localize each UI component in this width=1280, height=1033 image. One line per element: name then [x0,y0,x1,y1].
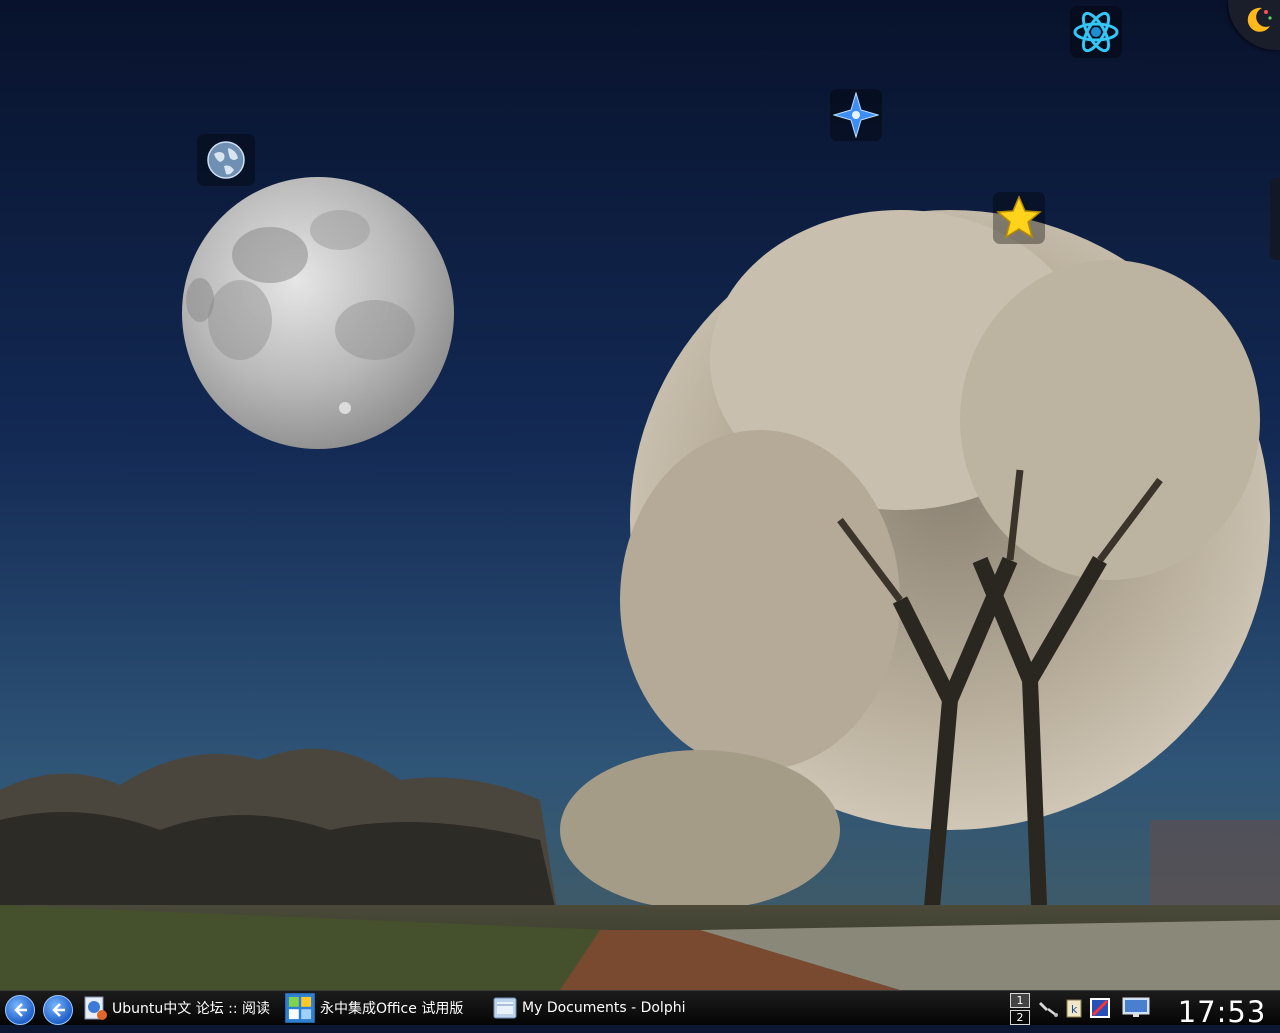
sparkle-star-icon[interactable] [830,89,882,141]
klipper-icon[interactable]: k [1063,997,1085,1019]
monitor-icon[interactable] [1120,997,1152,1019]
clock[interactable]: 17:53 [1168,991,1276,1029]
task-label: Ubuntu中文 论坛 :: 阅读 [112,1001,271,1017]
task-label: My Documents - Dolphin [522,1000,686,1016]
satellite-icon[interactable] [1038,997,1060,1019]
pager-desktop-1[interactable]: 1 [1010,993,1030,1008]
star-icon[interactable] [993,192,1045,244]
back-arrow-icon[interactable] [5,995,35,1025]
desktop-wallpaper [0,0,1280,990]
globe-icon[interactable] [197,134,255,186]
svg-text:k: k [1071,1003,1078,1016]
office-icon [285,993,315,1023]
taskbar: Ubuntu中文 论坛 :: 阅读 永中集成Office 试用版 My Docu… [0,990,1280,1029]
task-button-dolphin[interactable]: My Documents - Dolphin [492,993,688,1023]
browser-icon [84,996,107,1020]
atom-icon[interactable] [1070,6,1122,58]
moon-image [182,177,454,449]
pager-desktop-2[interactable]: 2 [1010,1010,1030,1025]
moon-cashew-icon [1247,7,1272,32]
task-label: 永中集成Office 试用版 [320,1001,464,1017]
back-arrow-icon[interactable] [43,995,73,1025]
task-button-browser[interactable]: Ubuntu中文 论坛 :: 阅读 [82,993,280,1023]
display-settings-icon[interactable] [1089,997,1111,1019]
panel-edge-handle[interactable] [1270,178,1280,260]
folder-icon [493,997,517,1019]
desktop-pager[interactable]: 1 2 [1010,993,1030,1025]
task-button-office[interactable]: 永中集成Office 试用版 [284,993,484,1023]
